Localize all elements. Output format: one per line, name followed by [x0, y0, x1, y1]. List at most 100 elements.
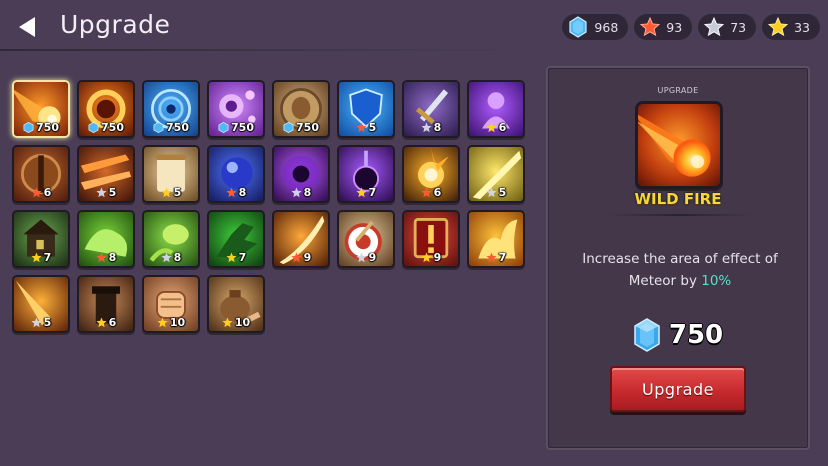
silver-star-icon: [704, 16, 725, 37]
skill-cost-value: 8: [108, 251, 117, 264]
skill-cost: 8: [79, 251, 133, 264]
gold-star-counter: 33: [762, 14, 820, 40]
skill-cost: 7: [14, 251, 68, 264]
gem-counter: 968: [562, 14, 629, 40]
skill-tile-blue-shield[interactable]: 5: [337, 80, 395, 138]
skill-cost: 750: [274, 121, 328, 134]
upgrade-panel: UPGRADE WILD FIRE Increase the area of e…: [546, 66, 810, 450]
skill-tile-target[interactable]: 9: [337, 210, 395, 268]
skill-tile-sword[interactable]: 8: [402, 80, 460, 138]
skill-tile-scroll[interactable]: 5: [142, 145, 200, 203]
skill-tile-bubbles[interactable]: 750: [207, 80, 265, 138]
skill-cost-value: 9: [368, 251, 377, 264]
skill-cost-value: 5: [43, 316, 52, 329]
skill-cost: 6: [14, 186, 68, 199]
skill-cost-value: 750: [296, 121, 319, 134]
skill-tile-green-hand[interactable]: 7: [207, 210, 265, 268]
skill-cost-value: 750: [231, 121, 254, 134]
gold-star-icon: [96, 317, 107, 328]
skill-tile-wild-fire[interactable]: 750: [12, 80, 70, 138]
skill-cost: 6: [79, 316, 133, 329]
back-arrow-icon[interactable]: [14, 14, 40, 40]
skill-cost-value: 750: [36, 121, 59, 134]
skill-tile-fist[interactable]: 10: [142, 275, 200, 333]
skill-tile-poison-cloud[interactable]: 8: [77, 210, 135, 268]
skill-cost: 9: [339, 251, 393, 264]
silver-star-icon: [161, 252, 172, 263]
skill-tile-alert-card[interactable]: 9: [402, 210, 460, 268]
skill-cost-value: 5: [368, 121, 377, 134]
red-star-icon: [291, 252, 302, 263]
silver-star-icon: [31, 317, 42, 328]
gold-star-icon: [226, 252, 237, 263]
skill-cost: 10: [144, 316, 198, 329]
skill-tile-water-vortex[interactable]: 750: [142, 80, 200, 138]
gem-icon: [283, 122, 294, 133]
skill-tile-dark-tower[interactable]: 6: [77, 275, 135, 333]
skill-cost: 6: [404, 186, 458, 199]
red-star-count: 93: [666, 19, 683, 35]
skill-tile-chain-orb[interactable]: 7: [337, 145, 395, 203]
skill-tile-tower-house[interactable]: 7: [12, 210, 70, 268]
skill-tile-fist-shield[interactable]: 750: [272, 80, 330, 138]
skill-tile-green-slime[interactable]: 8: [142, 210, 200, 268]
meteor-icon: [638, 104, 720, 186]
skill-tile-blue-orb[interactable]: 8: [207, 145, 265, 203]
skill-tile-fire-ring[interactable]: 750: [77, 80, 135, 138]
skill-cost-value: 6: [433, 186, 442, 199]
skill-cost-value: 5: [498, 186, 507, 199]
skill-cost-value: 8: [173, 251, 182, 264]
skill-tile-light-beam[interactable]: 5: [467, 145, 525, 203]
silver-star-count: 73: [730, 19, 747, 35]
skill-cost-value: 750: [101, 121, 124, 134]
skill-cost: 8: [274, 186, 328, 199]
skill-tile-dark-figure[interactable]: 6: [467, 80, 525, 138]
skill-cost-value: 9: [303, 251, 312, 264]
skill-grid: 750 750 750 750 750 5 8 6 6 5 5 8 8 7 6 5 7 8 8 7 9 9 9 7 5 6 10 10: [12, 80, 525, 333]
silver-star-counter: 73: [698, 14, 757, 40]
name-divider: [608, 214, 752, 216]
gold-star-icon: [222, 317, 233, 328]
skill-cost: 5: [339, 121, 393, 134]
skill-cost: 5: [469, 186, 523, 199]
skill-cost-value: 5: [173, 186, 182, 199]
red-star-icon: [640, 16, 661, 37]
skill-tile-fire-slash[interactable]: 9: [272, 210, 330, 268]
description-text: Increase the area of effect of Meteor by: [582, 251, 778, 289]
silver-star-icon: [291, 187, 302, 198]
skill-cost: 8: [404, 121, 458, 134]
gem-icon: [23, 122, 34, 133]
skill-cost-value: 7: [368, 186, 377, 199]
upgrade-button[interactable]: Upgrade: [610, 366, 746, 412]
gold-star-icon: [421, 252, 432, 263]
skill-tile-shadow-orb[interactable]: 8: [272, 145, 330, 203]
red-star-counter: 93: [634, 14, 693, 40]
skill-tile-explosion[interactable]: 6: [402, 145, 460, 203]
skill-tile-fire-streaks[interactable]: 5: [77, 145, 135, 203]
gold-star-icon: [31, 252, 42, 263]
skill-cost-value: 6: [43, 186, 52, 199]
skill-cost: 750: [209, 121, 263, 134]
upgrade-price: 750: [548, 318, 808, 352]
skill-cost-value: 6: [498, 121, 507, 134]
skill-cost: 6: [469, 121, 523, 134]
skill-tile-barrel-shield[interactable]: 6: [12, 145, 70, 203]
skill-cost-value: 10: [169, 316, 186, 329]
skill-cost-value: 8: [238, 186, 247, 199]
title-divider: [0, 49, 530, 51]
skill-tile-fire-trail[interactable]: 5: [12, 275, 70, 333]
skill-tile-money-bag[interactable]: 10: [207, 275, 265, 333]
red-star-icon: [96, 252, 107, 263]
description-highlight: 10%: [701, 273, 732, 289]
skill-cost-value: 9: [433, 251, 442, 264]
skill-cost: 7: [209, 251, 263, 264]
gold-star-icon: [768, 16, 789, 37]
gem-icon: [88, 122, 99, 133]
skill-tile-flame-burst[interactable]: 7: [467, 210, 525, 268]
skill-cost-value: 7: [238, 251, 247, 264]
red-star-icon: [421, 187, 432, 198]
gold-star-icon: [161, 187, 172, 198]
gem-icon: [569, 16, 588, 38]
skill-cost-value: 7: [43, 251, 52, 264]
skill-cost: 8: [209, 186, 263, 199]
